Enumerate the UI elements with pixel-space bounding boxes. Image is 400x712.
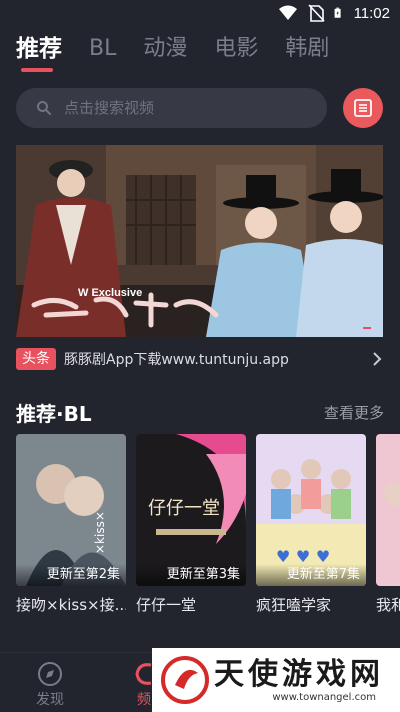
video-card[interactable]: 我和 [376,434,400,615]
svg-text:仔仔一堂: 仔仔一堂 [148,498,220,519]
wifi-icon [278,5,297,20]
site-watermark: 天使游戏网 www.townangel.com [152,648,400,712]
video-card-row: ×kiss× 更新至第2集 接吻×kiss×接... 仔仔一堂 更新至第3集 仔… [16,434,400,624]
compass-icon [38,662,62,686]
chevron-right-icon [373,352,382,366]
video-poster [376,434,400,586]
nav-label: 发现 [36,692,64,708]
video-title: 疯狂嗑学家 [256,596,332,614]
video-card[interactable]: 仔仔一堂 更新至第3集 仔仔一堂 [136,434,246,615]
list-icon [354,99,372,117]
history-list-button[interactable] [343,88,383,128]
tab-korean-drama[interactable]: 韩剧 [285,34,329,64]
headline-news[interactable]: 头条 豚豚剧App下载www.tuntunju.app [16,347,383,371]
search-input[interactable] [64,99,304,117]
tab-bl[interactable]: BL [89,34,116,64]
search-icon [37,101,51,115]
nav-discover[interactable]: 发现 [20,661,80,709]
tab-movie[interactable]: 电影 [214,34,258,64]
tab-anime[interactable]: 动漫 [143,34,187,64]
headline-badge: 头条 [16,348,56,370]
watermark-logo [161,656,209,704]
tab-recommend[interactable]: 推荐 [16,34,62,72]
banner-pager [363,327,371,329]
search-bar[interactable] [16,88,327,128]
see-more-link[interactable]: 查看更多 [324,402,384,423]
battery-icon [334,7,341,18]
section-title: 推荐·BL [16,402,92,426]
headline-text: 豚豚剧App下载www.tuntunju.app [64,352,289,368]
video-poster: ×kiss× 更新至第2集 [16,434,126,586]
status-time: 11:02 [353,4,390,22]
video-title: 仔仔一堂 [136,596,197,614]
banner-image [16,145,383,337]
episode-badge: 更新至第7集 [256,564,366,586]
video-card[interactable]: ×kiss× 更新至第2集 接吻×kiss×接... [16,434,126,615]
nav-label: 频 [137,692,151,708]
video-title: 接吻×kiss×接... [16,596,126,614]
video-title: 我和 [376,596,400,614]
video-poster: 仔仔一堂 更新至第3集 [136,434,246,586]
episode-badge: 更新至第2集 [16,564,126,586]
watermark-url: www.townangel.com [272,691,376,703]
category-tabs: 推荐 BL 动漫 电影 韩剧 [16,34,356,72]
svg-text:×kiss×: ×kiss× [93,511,107,554]
featured-banner[interactable]: W Exclusive [16,145,383,337]
watermark-text: 天使游戏网 [214,656,384,692]
status-bar: 11:02 [0,0,400,28]
no-sim-icon [307,4,325,22]
banner-overlay-label: W Exclusive [78,287,143,299]
episode-badge: 更新至第3集 [136,564,246,586]
video-poster: ♥ ♥ ♥ 更新至第7集 [256,434,366,586]
pager-dot [363,327,371,329]
status-icons: 11:02 [278,4,390,22]
video-card[interactable]: ♥ ♥ ♥ 更新至第7集 疯狂嗑学家 [256,434,366,615]
